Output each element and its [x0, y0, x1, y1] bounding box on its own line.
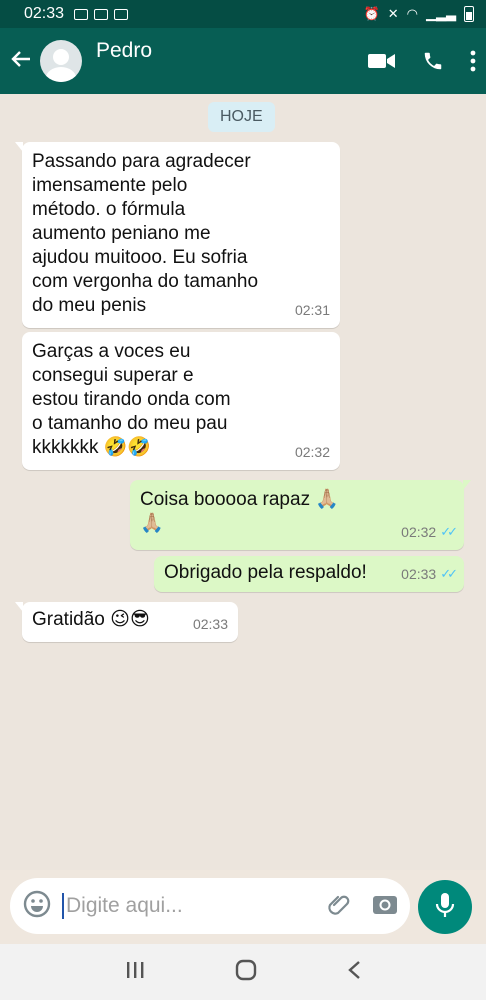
back-arrow-icon[interactable] — [10, 46, 36, 77]
more-options-icon[interactable] — [470, 50, 476, 72]
avatar[interactable] — [40, 40, 82, 82]
home-icon[interactable] — [235, 959, 257, 986]
message-incoming[interactable]: Garças a voces eu consegui superar e est… — [22, 332, 340, 470]
video-call-icon[interactable] — [368, 52, 396, 70]
message-incoming[interactable]: Gratidão 😉😎 02:33 — [15, 602, 238, 642]
screen-icon — [74, 8, 89, 20]
mute-icon: ✕ — [387, 6, 399, 21]
chat-header: Pedro — [0, 28, 486, 94]
microphone-icon — [434, 892, 456, 923]
message-time: 02:32 — [294, 444, 330, 460]
battery-icon — [464, 6, 474, 22]
recent-apps-icon[interactable] — [125, 961, 145, 984]
read-receipt-icon: ✓✓ — [440, 524, 458, 539]
gallery-icon-2 — [114, 8, 129, 20]
message-time: 02:33 — [401, 566, 437, 582]
message-time: 02:33 — [192, 616, 228, 632]
voice-call-icon[interactable] — [422, 50, 444, 72]
status-bar: 02:33 ⏰ ✕ ◠ ▁▂▃ — [0, 0, 486, 28]
status-system-icons: ⏰ ✕ ◠ ▁▂▃ — [364, 6, 474, 22]
message-incoming[interactable]: Passando para agradecer imensamente pelo… — [15, 142, 340, 328]
wifi-icon: ◠ — [406, 6, 418, 21]
message-text: Garças a voces eu consegui superar e est… — [32, 341, 231, 458]
message-composer[interactable]: Digite aqui... — [10, 878, 410, 934]
contact-name[interactable]: Pedro — [96, 39, 152, 63]
emoji-icon[interactable] — [22, 889, 52, 924]
paperclip-icon[interactable] — [326, 891, 352, 922]
microphone-button[interactable] — [418, 880, 472, 934]
status-time: 02:33 — [24, 5, 65, 22]
date-chip: HOJE — [208, 102, 275, 132]
message-outgoing[interactable]: Coisa booooa rapaz 🙏🏼 🙏🏼 02:32 ✓✓ — [130, 480, 471, 550]
message-time: 02:32 — [401, 524, 437, 540]
message-time: 02:31 — [294, 302, 330, 318]
chat-area[interactable]: HOJE Passando para agradecer imensamente… — [0, 94, 486, 870]
text-cursor — [62, 893, 64, 919]
camera-icon[interactable] — [372, 893, 398, 920]
back-nav-icon[interactable] — [347, 960, 361, 985]
alarm-icon: ⏰ — [363, 6, 380, 21]
message-outgoing[interactable]: Obrigado pela respaldo! 02:33 ✓✓ — [154, 556, 464, 592]
signal-icon: ▁▂▃ — [426, 6, 456, 21]
message-input[interactable]: Digite aqui... — [66, 894, 326, 918]
status-notification-icons — [74, 8, 129, 20]
message-text: Passando para agradecer imensamente pelo… — [32, 151, 259, 316]
gallery-icon — [94, 8, 109, 20]
system-nav-bar — [0, 944, 486, 1000]
read-receipt-icon: ✓✓ — [440, 566, 458, 581]
